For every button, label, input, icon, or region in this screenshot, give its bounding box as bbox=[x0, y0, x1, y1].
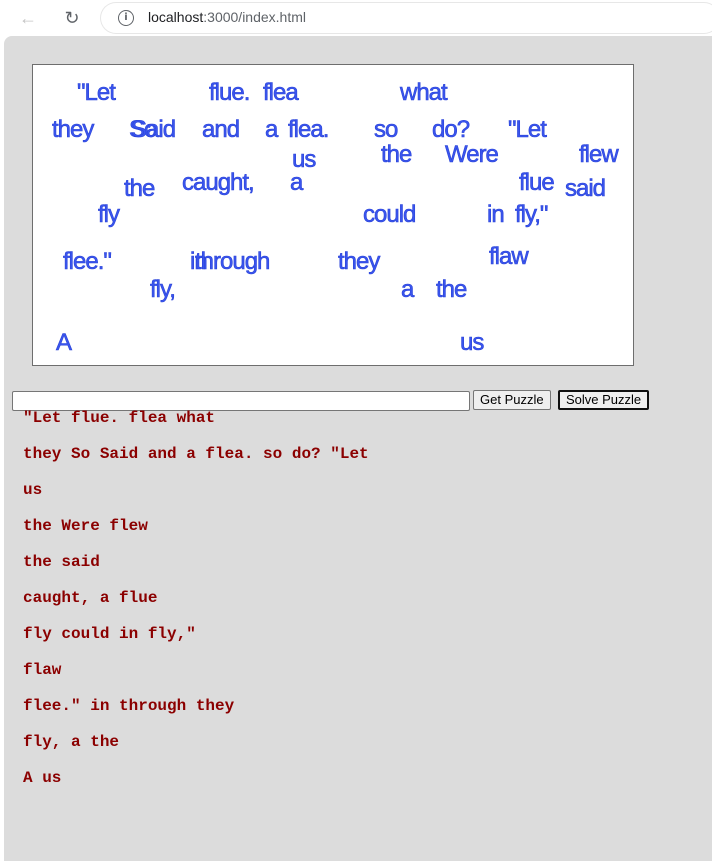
url-text[interactable]: localhost:3000/index.html bbox=[148, 9, 306, 25]
solution-line: A us bbox=[23, 769, 62, 787]
puzzle-word: flaw bbox=[489, 243, 529, 271]
puzzle-word: through bbox=[195, 248, 271, 276]
address-bar[interactable]: i localhost:3000/index.html bbox=[100, 2, 712, 34]
puzzle-word: they bbox=[338, 248, 381, 276]
puzzle-word: "Let bbox=[77, 79, 116, 107]
puzzle-word: "Let bbox=[508, 116, 547, 144]
puzzle-word: flea bbox=[263, 79, 299, 107]
solution-line: flee." in through they bbox=[23, 697, 235, 715]
puzzle-word: A bbox=[56, 329, 73, 357]
puzzle-word: fly," bbox=[515, 201, 549, 229]
solve-puzzle-button[interactable]: Solve Puzzle bbox=[558, 390, 650, 410]
puzzle-word: so bbox=[374, 116, 399, 144]
puzzle-word: the bbox=[436, 276, 468, 304]
puzzle-word: a bbox=[401, 276, 415, 304]
solution-line: caught, a flue bbox=[23, 589, 158, 607]
puzzle-word: in bbox=[487, 201, 505, 229]
puzzle-word: a bbox=[265, 116, 279, 144]
puzzle-word: flee." bbox=[63, 248, 112, 276]
reload-icon[interactable]: ↻ bbox=[60, 6, 84, 30]
solution-line: they So Said and a flea. so do? "Let bbox=[23, 445, 369, 463]
url-path: :3000/index.html bbox=[203, 9, 306, 25]
puzzle-word: and bbox=[202, 116, 241, 144]
get-puzzle-button[interactable]: Get Puzzle bbox=[473, 390, 551, 410]
url-host: localhost bbox=[148, 9, 204, 25]
puzzle-word: Said bbox=[131, 116, 177, 144]
puzzle-word: flea. bbox=[288, 116, 330, 144]
puzzle-word: the bbox=[124, 175, 156, 203]
puzzle-word: fly, bbox=[150, 276, 176, 304]
puzzle-word: fly bbox=[98, 201, 121, 229]
puzzle-word: caught, bbox=[182, 169, 255, 197]
puzzle-word: flew bbox=[579, 141, 619, 169]
solution-line: the said bbox=[23, 553, 100, 571]
info-icon[interactable]: i bbox=[118, 10, 134, 26]
back-arrow-icon[interactable]: ← bbox=[16, 6, 40, 30]
puzzle-word: do? bbox=[432, 116, 471, 144]
solution-line: fly, a the bbox=[23, 733, 120, 751]
solution-line: flaw bbox=[23, 661, 62, 679]
puzzle-word: could bbox=[363, 201, 417, 229]
solution-line: "Let flue. flea what bbox=[23, 409, 216, 427]
puzzle-word: flue bbox=[519, 169, 555, 197]
puzzle-word: Were bbox=[445, 141, 500, 169]
puzzle-word: us bbox=[460, 329, 485, 357]
puzzle-word: flue. bbox=[209, 79, 251, 107]
puzzle-canvas: "Let flue. flea what they So Said and a flea. so do… bbox=[32, 64, 634, 366]
page-viewport: "Let flue. flea what they So Said and a flea. so do… bbox=[4, 36, 712, 861]
puzzle-word: said bbox=[565, 175, 607, 203]
puzzle-word: a bbox=[290, 169, 304, 197]
puzzle-word: what bbox=[400, 79, 448, 107]
solution-line: us bbox=[23, 481, 43, 499]
browser-toolbar: ← ↻ i localhost:3000/index.html bbox=[0, 0, 712, 36]
puzzle-word: the bbox=[381, 141, 413, 169]
solution-line: fly could in fly," bbox=[23, 625, 196, 643]
puzzle-input[interactable] bbox=[12, 391, 470, 411]
puzzle-word: they bbox=[52, 116, 95, 144]
solution-line: the Were flew bbox=[23, 517, 148, 535]
